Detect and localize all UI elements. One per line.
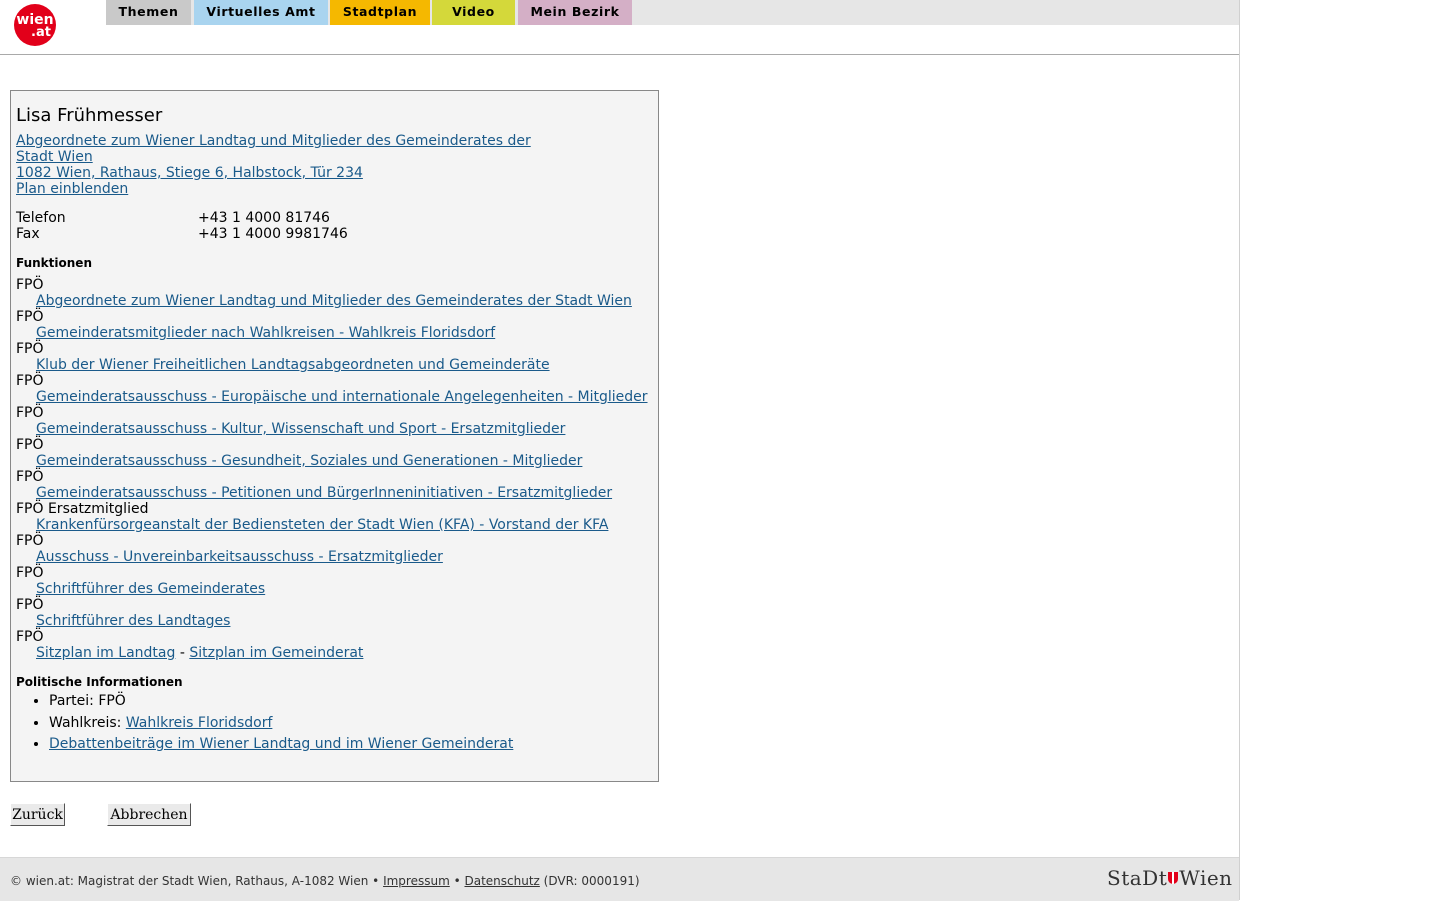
phone-label: Telefon — [16, 210, 66, 226]
political-info-heading: Politische Informationen — [16, 675, 183, 689]
role-link-line1: Abgeordnete zum Wiener Landtag und Mitgl… — [16, 133, 531, 149]
seating-plan-gemeinderat-link[interactable]: Sitzplan im Gemeinderat — [189, 645, 363, 661]
function-party: FPÖ — [16, 309, 44, 325]
function-link[interactable]: Gemeinderatsausschuss - Europäische und … — [36, 389, 648, 405]
district-label: Wahlkreis: — [49, 714, 126, 731]
fax-value: +43 1 4000 9981746 — [198, 226, 348, 242]
tab-mein-bezirk[interactable]: Mein Bezirk — [518, 0, 632, 25]
function-party: FPÖ — [16, 469, 44, 485]
debates-link[interactable]: Debattenbeiträge im Wiener Landtag und i… — [49, 736, 513, 752]
back-button[interactable]: Zurück — [10, 803, 65, 826]
function-party: FPÖ Ersatzmitglied — [16, 501, 149, 517]
function-link[interactable]: Schriftführer des Gemeinderates — [36, 581, 646, 597]
fax-label: Fax — [16, 226, 40, 242]
vienna-shield-icon — [1168, 872, 1179, 884]
footer-copyright: © wien.at: Magistrat der Stadt Wien, Rat… — [10, 874, 384, 888]
function-link[interactable]: Gemeinderatsausschuss - Petitionen und B… — [36, 485, 646, 501]
list-item: Debattenbeiträge im Wiener Landtag und i… — [49, 734, 649, 756]
impressum-link[interactable]: Impressum — [383, 874, 450, 888]
functions-list: FPÖ Abgeordnete zum Wiener Landtag und M… — [16, 277, 648, 661]
function-party: FPÖ — [16, 437, 44, 453]
function-party: FPÖ — [16, 405, 44, 421]
functions-heading: Funktionen — [16, 256, 92, 270]
function-party: FPÖ — [16, 533, 44, 549]
seating-plan-links: Sitzplan im Landtag - Sitzplan im Gemein… — [36, 645, 646, 661]
address-link[interactable]: 1082 Wien, Rathaus, Stiege 6, Halbstock,… — [16, 165, 536, 181]
seating-plan-separator: - — [175, 645, 190, 661]
role-link-line2: Stadt Wien — [16, 149, 93, 165]
logo-text-at: .at — [31, 25, 51, 40]
function-party: FPÖ — [16, 597, 44, 613]
function-link[interactable]: Krankenfürsorgeanstalt der Bediensteten … — [36, 517, 646, 533]
function-link[interactable]: Schriftführer des Landtages — [36, 613, 646, 629]
role-link[interactable]: Abgeordnete zum Wiener Landtag und Mitgl… — [16, 133, 536, 165]
privacy-link[interactable]: Datenschutz — [464, 874, 539, 888]
wien-at-logo[interactable]: wien .at — [14, 4, 56, 46]
tab-virtuelles-amt[interactable]: Virtuelles Amt — [194, 0, 328, 25]
function-link[interactable]: Ausschuss - Unvereinbarkeitsausschuss - … — [36, 549, 646, 565]
political-info-list: Partei: FPÖ Wahlkreis: Wahlkreis Florids… — [25, 691, 649, 756]
list-item: Wahlkreis: Wahlkreis Floridsdorf — [49, 713, 649, 735]
function-party: FPÖ — [16, 565, 44, 581]
address-block: Abgeordnete zum Wiener Landtag und Mitgl… — [16, 133, 536, 197]
stadt-wien-logo[interactable]: StaDt Wien — [1107, 866, 1233, 890]
function-link[interactable]: Gemeinderatsmitglieder nach Wahlkreisen … — [36, 325, 646, 341]
tab-video[interactable]: Video — [432, 0, 515, 25]
footer-separator: • — [449, 874, 465, 888]
function-party: FPÖ — [16, 341, 44, 357]
tab-themen[interactable]: Themen — [106, 0, 191, 25]
footer-dvr: (DVR: 0000191) — [539, 874, 640, 888]
party-value: FPÖ — [98, 693, 126, 709]
page-footer: © wien.at: Magistrat der Stadt Wien, Rat… — [0, 857, 1239, 901]
function-link[interactable]: Gemeinderatsausschuss - Gesundheit, Sozi… — [36, 453, 646, 469]
top-navigation: wien .at Themen Virtuelles Amt Stadtplan… — [0, 0, 1239, 55]
cancel-button[interactable]: Abbrechen — [107, 803, 191, 826]
function-link[interactable]: Gemeinderatsausschuss - Kultur, Wissensc… — [36, 421, 646, 437]
stadt-logo-right: Wien — [1179, 866, 1233, 890]
person-name: Lisa Frühmesser — [16, 105, 163, 126]
function-link[interactable]: Abgeordnete zum Wiener Landtag und Mitgl… — [36, 293, 646, 309]
footer-text: © wien.at: Magistrat der Stadt Wien, Rat… — [10, 874, 640, 888]
person-detail-card: Lisa Frühmesser Abgeordnete zum Wiener L… — [10, 90, 659, 782]
seating-plan-landtag-link[interactable]: Sitzplan im Landtag — [36, 645, 175, 661]
function-party: FPÖ — [16, 629, 44, 645]
tab-stadtplan[interactable]: Stadtplan — [330, 0, 430, 25]
party-label: Partei: — [49, 693, 99, 709]
list-item: Partei: FPÖ — [49, 691, 649, 713]
function-link[interactable]: Klub der Wiener Freiheitlichen Landtagsa… — [36, 357, 646, 373]
function-party: FPÖ — [16, 277, 44, 293]
stadt-logo-left: StaDt — [1107, 866, 1168, 890]
phone-value: +43 1 4000 81746 — [198, 210, 330, 226]
right-gutter — [1239, 0, 1440, 900]
district-link[interactable]: Wahlkreis Floridsdorf — [126, 715, 273, 731]
show-map-link[interactable]: Plan einblenden — [16, 181, 536, 197]
function-party: FPÖ — [16, 373, 44, 389]
